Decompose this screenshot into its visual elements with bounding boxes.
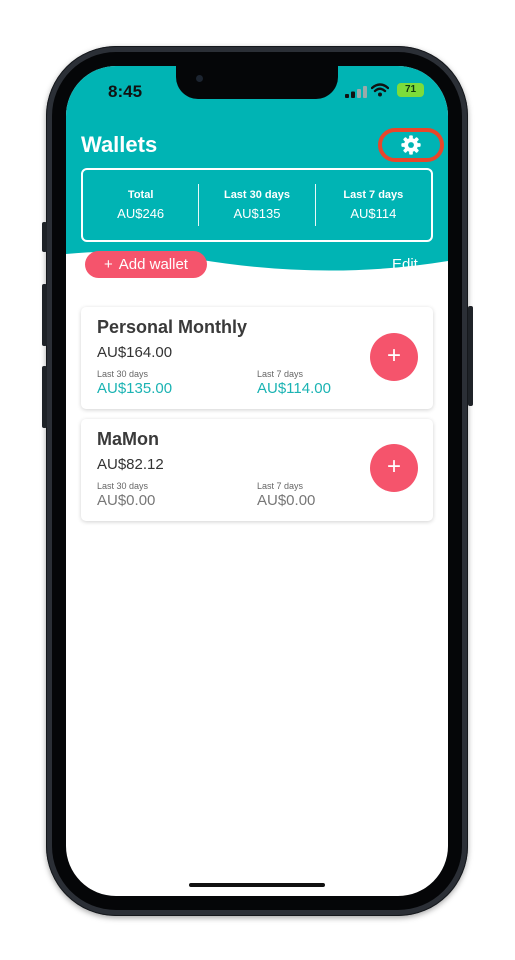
period-value: AU$135.00 <box>97 380 173 397</box>
period-value: AU$0.00 <box>97 492 156 509</box>
summary-value: AU$246 <box>117 206 165 221</box>
mute-switch <box>42 222 47 252</box>
status-time: 8:45 <box>108 82 143 101</box>
summary-last-30-days: Last 30 days AU$135 <box>198 184 314 226</box>
wallet-last-30-days: Last 30 days AU$0.00 <box>97 481 155 509</box>
summary-panel: Total AU$246 Last 30 days AU$135 Last 7 … <box>81 168 433 242</box>
volume-down-button <box>42 366 47 428</box>
wallet-balance: AU$164.00 <box>97 344 173 361</box>
wallet-last-7-days: Last 7 days AU$114.00 <box>257 369 331 397</box>
summary-label: Last 7 days <box>343 189 404 201</box>
period-value: AU$114.00 <box>257 380 331 397</box>
summary-value: AU$135 <box>233 206 281 221</box>
status-icons: 71 <box>345 81 425 101</box>
summary-label: Last 30 days <box>223 189 291 201</box>
settings-button[interactable] <box>378 128 444 162</box>
notch <box>176 66 338 99</box>
period-value: AU$0.00 <box>257 492 316 509</box>
gear-icon <box>401 135 421 155</box>
plus-icon: + <box>104 256 113 273</box>
summary-last-7-days: Last 7 days AU$114 <box>314 184 431 226</box>
app-screen: 8:45 71 Wallets Total AU$246 Last 30 day… <box>66 66 448 896</box>
volume-up-button <box>42 284 47 346</box>
add-wallet-button[interactable]: + Add wallet <box>85 251 207 278</box>
power-button <box>468 306 473 406</box>
wallet-last-7-days: Last 7 days AU$0.00 <box>257 481 315 509</box>
wallet-balance: AU$82.12 <box>97 456 164 473</box>
wallet-card[interactable]: Personal Monthly AU$164.00 Last 30 days … <box>81 307 433 409</box>
wifi-icon <box>371 83 389 97</box>
summary-total: Total AU$246 <box>83 184 198 226</box>
period-label: Last 7 days <box>257 481 304 491</box>
wallet-name: Personal Monthly <box>97 317 248 337</box>
summary-value: AU$114 <box>350 206 397 221</box>
period-label: Last 30 days <box>97 481 149 491</box>
wallet-card[interactable]: MaMon AU$82.12 Last 30 days AU$0.00 Last… <box>81 419 433 521</box>
add-wallet-label: Add wallet <box>118 256 188 273</box>
wallet-last-30-days: Last 30 days AU$135.00 <box>97 369 172 397</box>
add-expense-button[interactable]: + <box>370 333 418 381</box>
battery-icon: 71 <box>397 83 424 97</box>
wallet-name: MaMon <box>97 429 159 449</box>
period-label: Last 30 days <box>97 369 149 379</box>
signal-icon <box>345 86 367 98</box>
front-camera <box>196 75 203 82</box>
add-expense-button[interactable]: + <box>370 444 418 492</box>
period-label: Last 7 days <box>257 369 304 379</box>
summary-label: Total <box>127 189 154 201</box>
edit-button[interactable]: Edit <box>392 256 432 276</box>
page-title: Wallets <box>81 132 158 157</box>
home-indicator[interactable] <box>189 883 325 887</box>
